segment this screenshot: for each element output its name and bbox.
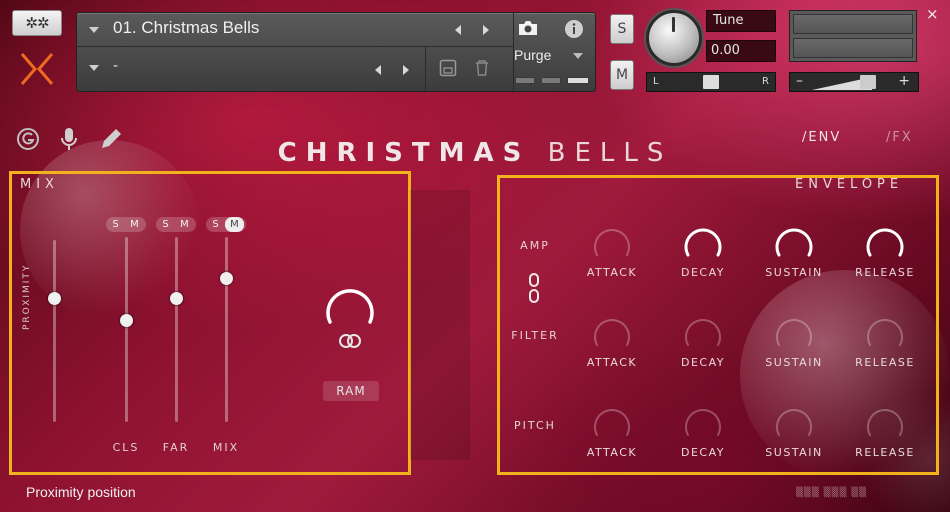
pan-handle[interactable] xyxy=(703,75,719,89)
channel-mix-solo-mute[interactable]: SM xyxy=(206,217,246,232)
channel-cls-solo-mute[interactable]: SM xyxy=(106,217,146,232)
tune-label: Tune xyxy=(706,10,776,32)
release-knob-label: RELEASE xyxy=(855,356,915,369)
mix-fader[interactable] xyxy=(225,237,228,422)
release-knob[interactable] xyxy=(863,314,907,358)
attack-knob-label: ATTACK xyxy=(586,266,638,279)
save-icon[interactable] xyxy=(439,59,457,77)
x-logo-icon xyxy=(20,53,54,85)
proximity-slider[interactable] xyxy=(53,240,56,422)
settings-button[interactable]: ✲✲ xyxy=(12,10,62,36)
status-bar: Proximity position xyxy=(26,484,136,500)
sustain-knob[interactable] xyxy=(772,314,816,358)
release-knob-label: RELEASE xyxy=(855,446,915,459)
sustain-knob-label: SUSTAIN xyxy=(765,266,823,279)
divider xyxy=(425,47,426,93)
sustain-knob[interactable] xyxy=(772,404,816,448)
far-fader-handle[interactable] xyxy=(170,292,183,306)
amp-label[interactable]: AMP xyxy=(505,239,565,252)
sustain-knob[interactable] xyxy=(772,224,816,268)
attack-knob[interactable] xyxy=(590,314,634,358)
pan-right-label: R xyxy=(762,76,769,87)
purge-dropdown[interactable]: Purge xyxy=(514,47,551,63)
output-meter-panel xyxy=(789,10,917,62)
solo-toggle[interactable]: S xyxy=(106,217,125,232)
memory-meter xyxy=(541,77,561,84)
snapshot-dropdown-icon[interactable] xyxy=(89,65,99,71)
instrument-dropdown-icon[interactable] xyxy=(89,27,99,33)
far-label: FAR xyxy=(162,441,190,454)
decay-knob[interactable] xyxy=(681,404,725,448)
info-icon[interactable] xyxy=(564,19,584,39)
master-knob[interactable] xyxy=(320,280,380,340)
prev-snapshot-icon[interactable] xyxy=(375,65,381,75)
instrument-header-panel: 01. Christmas Bells - Purge xyxy=(76,12,596,93)
cls-fader[interactable] xyxy=(125,237,128,422)
decay-knob-label: DECAY xyxy=(681,446,725,459)
instrument-name[interactable]: 01. Christmas Bells xyxy=(113,18,259,38)
tune-knob[interactable] xyxy=(646,10,702,66)
prev-instrument-icon[interactable] xyxy=(455,25,461,35)
memory-meter xyxy=(515,77,535,84)
volume-plus-label: + xyxy=(898,73,910,89)
decay-knob[interactable] xyxy=(681,314,725,358)
purge-dropdown-icon[interactable] xyxy=(573,53,583,59)
trash-icon[interactable] xyxy=(473,59,491,77)
snapshot-name[interactable]: - xyxy=(113,58,118,74)
mute-toggle[interactable]: M xyxy=(225,217,244,232)
channel-far-solo-mute[interactable]: SM xyxy=(156,217,196,232)
tab-env[interactable]: /ENV xyxy=(802,130,841,145)
mix-fader-handle[interactable] xyxy=(220,271,233,285)
attack-knob-label: ATTACK xyxy=(586,446,638,459)
envelope-label: ENVELOPE xyxy=(795,177,904,192)
camera-icon[interactable] xyxy=(517,19,539,37)
proximity-label: PROXIMITY xyxy=(22,263,32,330)
volume-handle[interactable] xyxy=(860,75,876,89)
mute-toggle[interactable]: M xyxy=(125,217,144,232)
filter-label[interactable]: FILTER xyxy=(505,329,565,342)
title-bold: CHRISTMAS xyxy=(277,138,531,168)
memory-meter xyxy=(567,77,589,84)
link-chain-icon[interactable] xyxy=(527,272,541,304)
mute-toggle[interactable]: M xyxy=(175,217,194,232)
output-meter-left xyxy=(793,14,913,34)
panel-divider xyxy=(410,190,470,460)
sustain-knob-label: SUSTAIN xyxy=(765,356,823,369)
decay-knob-label: DECAY xyxy=(681,356,725,369)
solo-toggle[interactable]: S xyxy=(206,217,225,232)
cls-label: CLS xyxy=(112,441,140,454)
release-knob-label: RELEASE xyxy=(855,266,915,279)
solo-toggle[interactable]: S xyxy=(156,217,175,232)
far-fader[interactable] xyxy=(175,237,178,422)
decay-knob-label: DECAY xyxy=(681,266,725,279)
mute-button[interactable]: M xyxy=(610,60,634,90)
mix-label: MIX xyxy=(212,441,240,454)
release-knob[interactable] xyxy=(863,224,907,268)
pitch-label[interactable]: PITCH xyxy=(505,419,565,432)
brand-footer-logo: ▒▒▒ ▒▒▒ ▒▒ xyxy=(796,488,868,498)
next-snapshot-icon[interactable] xyxy=(403,65,409,75)
ram-button[interactable]: RAM xyxy=(323,381,379,401)
volume-slider[interactable]: – + xyxy=(789,72,919,92)
solo-button[interactable]: S xyxy=(610,14,634,44)
attack-knob-label: ATTACK xyxy=(586,356,638,369)
pan-slider[interactable]: L R xyxy=(646,72,776,92)
pan-left-label: L xyxy=(653,76,659,87)
instrument-ui: ✲✲ 01. Christmas Bells - Purge S M Tune … xyxy=(0,0,950,512)
tab-fx[interactable]: /FX xyxy=(886,130,913,145)
gear-icon: ✲✲ xyxy=(25,14,49,32)
attack-knob[interactable] xyxy=(590,224,634,268)
mix-label: MIX xyxy=(20,177,59,192)
release-knob[interactable] xyxy=(863,404,907,448)
link-rings-icon[interactable] xyxy=(337,333,363,349)
title-light: BELLS xyxy=(547,138,673,168)
output-meter-right xyxy=(793,38,913,58)
tune-value[interactable]: 0.00 xyxy=(706,40,776,62)
attack-knob[interactable] xyxy=(590,404,634,448)
volume-minus-label: – xyxy=(796,73,803,89)
close-button[interactable]: × xyxy=(926,6,942,22)
sustain-knob-label: SUSTAIN xyxy=(765,446,823,459)
decay-knob[interactable] xyxy=(681,224,725,268)
next-instrument-icon[interactable] xyxy=(483,25,489,35)
